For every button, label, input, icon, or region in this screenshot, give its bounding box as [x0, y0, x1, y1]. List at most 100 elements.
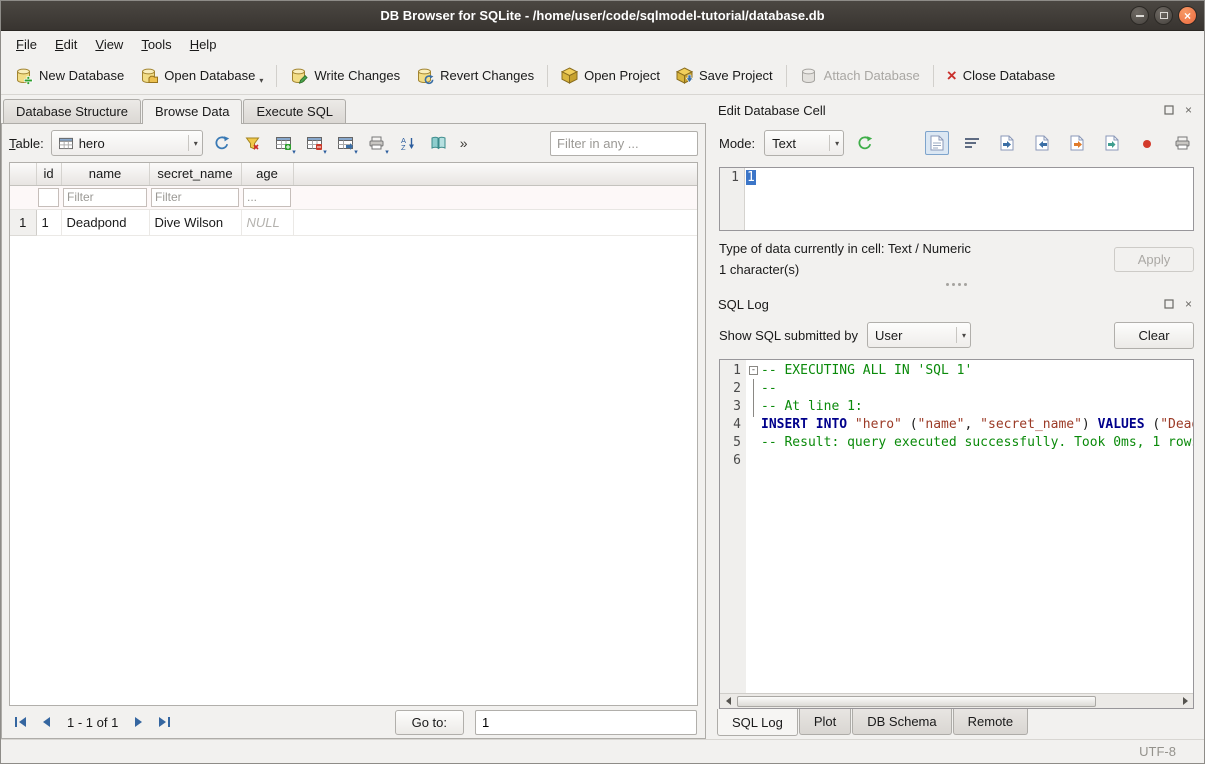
mode-select-value: Text	[772, 136, 796, 151]
copy-cell-icon[interactable]	[1065, 131, 1089, 155]
clear-log-button[interactable]: Clear	[1114, 322, 1194, 349]
chevron-down-icon: ▾	[385, 148, 389, 156]
cell-name[interactable]: Deadpond	[61, 209, 149, 235]
export-records-button[interactable]: ▾	[334, 131, 358, 155]
toolbar-separator	[547, 65, 548, 87]
goto-button[interactable]: Go to:	[395, 710, 464, 735]
save-project-button[interactable]: Save Project	[668, 63, 781, 88]
fold-marker-icon[interactable]: -	[746, 362, 761, 380]
minimize-button[interactable]	[1130, 6, 1149, 25]
chevron-down-icon: ▾	[323, 148, 327, 156]
open-database-button[interactable]: Open Database ▾	[132, 63, 271, 89]
set-null-icon[interactable]	[1135, 131, 1159, 155]
record-range-label: 1 - 1 of 1	[67, 715, 118, 730]
button-label: Write Changes	[314, 68, 400, 83]
row-header[interactable]: 1	[10, 209, 36, 235]
sql-log-line: 2--	[720, 380, 1193, 398]
delete-record-button[interactable]: ▾	[303, 131, 327, 155]
tab-db-schema[interactable]: DB Schema	[852, 709, 951, 735]
sql-log-controls: Show SQL submitted by User ▾ Clear	[709, 315, 1204, 355]
button-label: Open Database	[164, 68, 255, 83]
sql-log-header: SQL Log ×	[709, 291, 1204, 315]
mode-label: Mode:	[719, 136, 755, 151]
maximize-button[interactable]	[1154, 6, 1173, 25]
refresh-button[interactable]	[210, 131, 234, 155]
toolbar-overflow-icon[interactable]: »	[458, 135, 470, 151]
scroll-right-icon[interactable]	[1177, 697, 1193, 705]
word-wrap-icon[interactable]	[960, 131, 984, 155]
tab-remote[interactable]: Remote	[953, 709, 1029, 735]
tab-execute-sql[interactable]: Execute SQL	[243, 99, 346, 123]
print-records-button[interactable]: ▾	[365, 131, 389, 155]
close-panel-icon[interactable]: ×	[1182, 104, 1195, 117]
write-changes-button[interactable]: Write Changes	[282, 63, 408, 89]
last-record-button[interactable]	[153, 711, 175, 733]
clear-filters-button[interactable]	[241, 131, 265, 155]
filter-filler	[293, 185, 697, 209]
filter-input-id[interactable]	[38, 188, 59, 207]
horizontal-scrollbar[interactable]	[720, 693, 1193, 708]
right-panel: Edit Database Cell × Mode: Text ▾	[709, 97, 1204, 739]
mode-select[interactable]: Text ▾	[764, 130, 844, 156]
menu-view[interactable]: View	[86, 34, 132, 55]
cell-editor[interactable]: 1 1	[719, 167, 1194, 231]
tab-sql-log[interactable]: SQL Log	[717, 709, 798, 736]
tab-browse-data[interactable]: Browse Data	[142, 99, 242, 124]
close-window-button[interactable]: ×	[1178, 6, 1197, 25]
import-file-icon[interactable]	[995, 131, 1019, 155]
sql-log-view[interactable]: 1--- EXECUTING ALL IN 'SQL 1'2--3-- At l…	[719, 359, 1194, 709]
auto-apply-icon[interactable]	[853, 131, 877, 155]
chevron-down-icon: ▾	[188, 135, 198, 151]
cell-secret-name[interactable]: Dive Wilson	[149, 209, 241, 235]
grid-corner[interactable]	[10, 163, 36, 185]
insert-record-button[interactable]: ▾	[272, 131, 296, 155]
menu-tools[interactable]: Tools	[132, 34, 180, 55]
close-database-button[interactable]: × Close Database	[939, 64, 1063, 87]
window-controls: ×	[1130, 6, 1197, 25]
export-file-icon[interactable]	[1030, 131, 1054, 155]
minimize-icon	[1136, 15, 1144, 17]
print-cell-icon[interactable]	[1170, 131, 1194, 155]
history-button[interactable]	[427, 131, 451, 155]
column-header-id[interactable]: id	[36, 163, 61, 185]
close-panel-icon[interactable]: ×	[1182, 298, 1195, 311]
first-record-button[interactable]	[10, 711, 32, 733]
previous-record-button[interactable]	[35, 711, 57, 733]
filter-any-input[interactable]	[550, 131, 698, 156]
paste-cell-icon[interactable]	[1100, 131, 1124, 155]
save-project-icon	[676, 67, 693, 84]
text-mode-icon[interactable]	[925, 131, 949, 155]
revert-changes-button[interactable]: Revert Changes	[408, 63, 542, 89]
filter-input-name[interactable]	[63, 188, 147, 207]
menu-edit[interactable]: Edit	[46, 34, 86, 55]
scroll-left-icon[interactable]	[720, 697, 736, 705]
table-select[interactable]: hero ▾	[51, 130, 203, 156]
maximize-icon	[1160, 12, 1168, 19]
sort-button[interactable]: AZ	[396, 131, 420, 155]
cell-id[interactable]: 1	[36, 209, 61, 235]
float-panel-icon[interactable]	[1162, 298, 1175, 311]
button-label: New Database	[39, 68, 124, 83]
sql-log-lines: 1--- EXECUTING ALL IN 'SQL 1'2--3-- At l…	[720, 360, 1193, 693]
column-header-name[interactable]: name	[61, 163, 149, 185]
next-record-button[interactable]	[128, 711, 150, 733]
filter-input-secret-name[interactable]	[151, 188, 239, 207]
scrollbar-thumb[interactable]	[737, 696, 1096, 707]
dock-splitter-handle[interactable]	[709, 277, 1204, 291]
cell-info-row: Type of data currently in cell: Text / N…	[709, 231, 1204, 277]
new-database-icon	[15, 67, 33, 85]
tab-plot[interactable]: Plot	[799, 709, 851, 735]
open-project-button[interactable]: Open Project	[553, 63, 668, 88]
column-header-age[interactable]: age	[241, 163, 293, 185]
menu-help[interactable]: Help	[181, 34, 226, 55]
filter-input-age[interactable]	[243, 188, 291, 207]
new-database-button[interactable]: New Database	[7, 63, 132, 89]
menu-file[interactable]: File	[7, 34, 46, 55]
goto-input[interactable]	[475, 710, 697, 735]
column-header-secret-name[interactable]: secret_name	[149, 163, 241, 185]
tab-database-structure[interactable]: Database Structure	[3, 99, 141, 123]
chevron-down-icon: ▾	[829, 135, 839, 151]
cell-age[interactable]: NULL	[241, 209, 293, 235]
float-panel-icon[interactable]	[1162, 104, 1175, 117]
sql-filter-select[interactable]: User ▾	[867, 322, 971, 348]
